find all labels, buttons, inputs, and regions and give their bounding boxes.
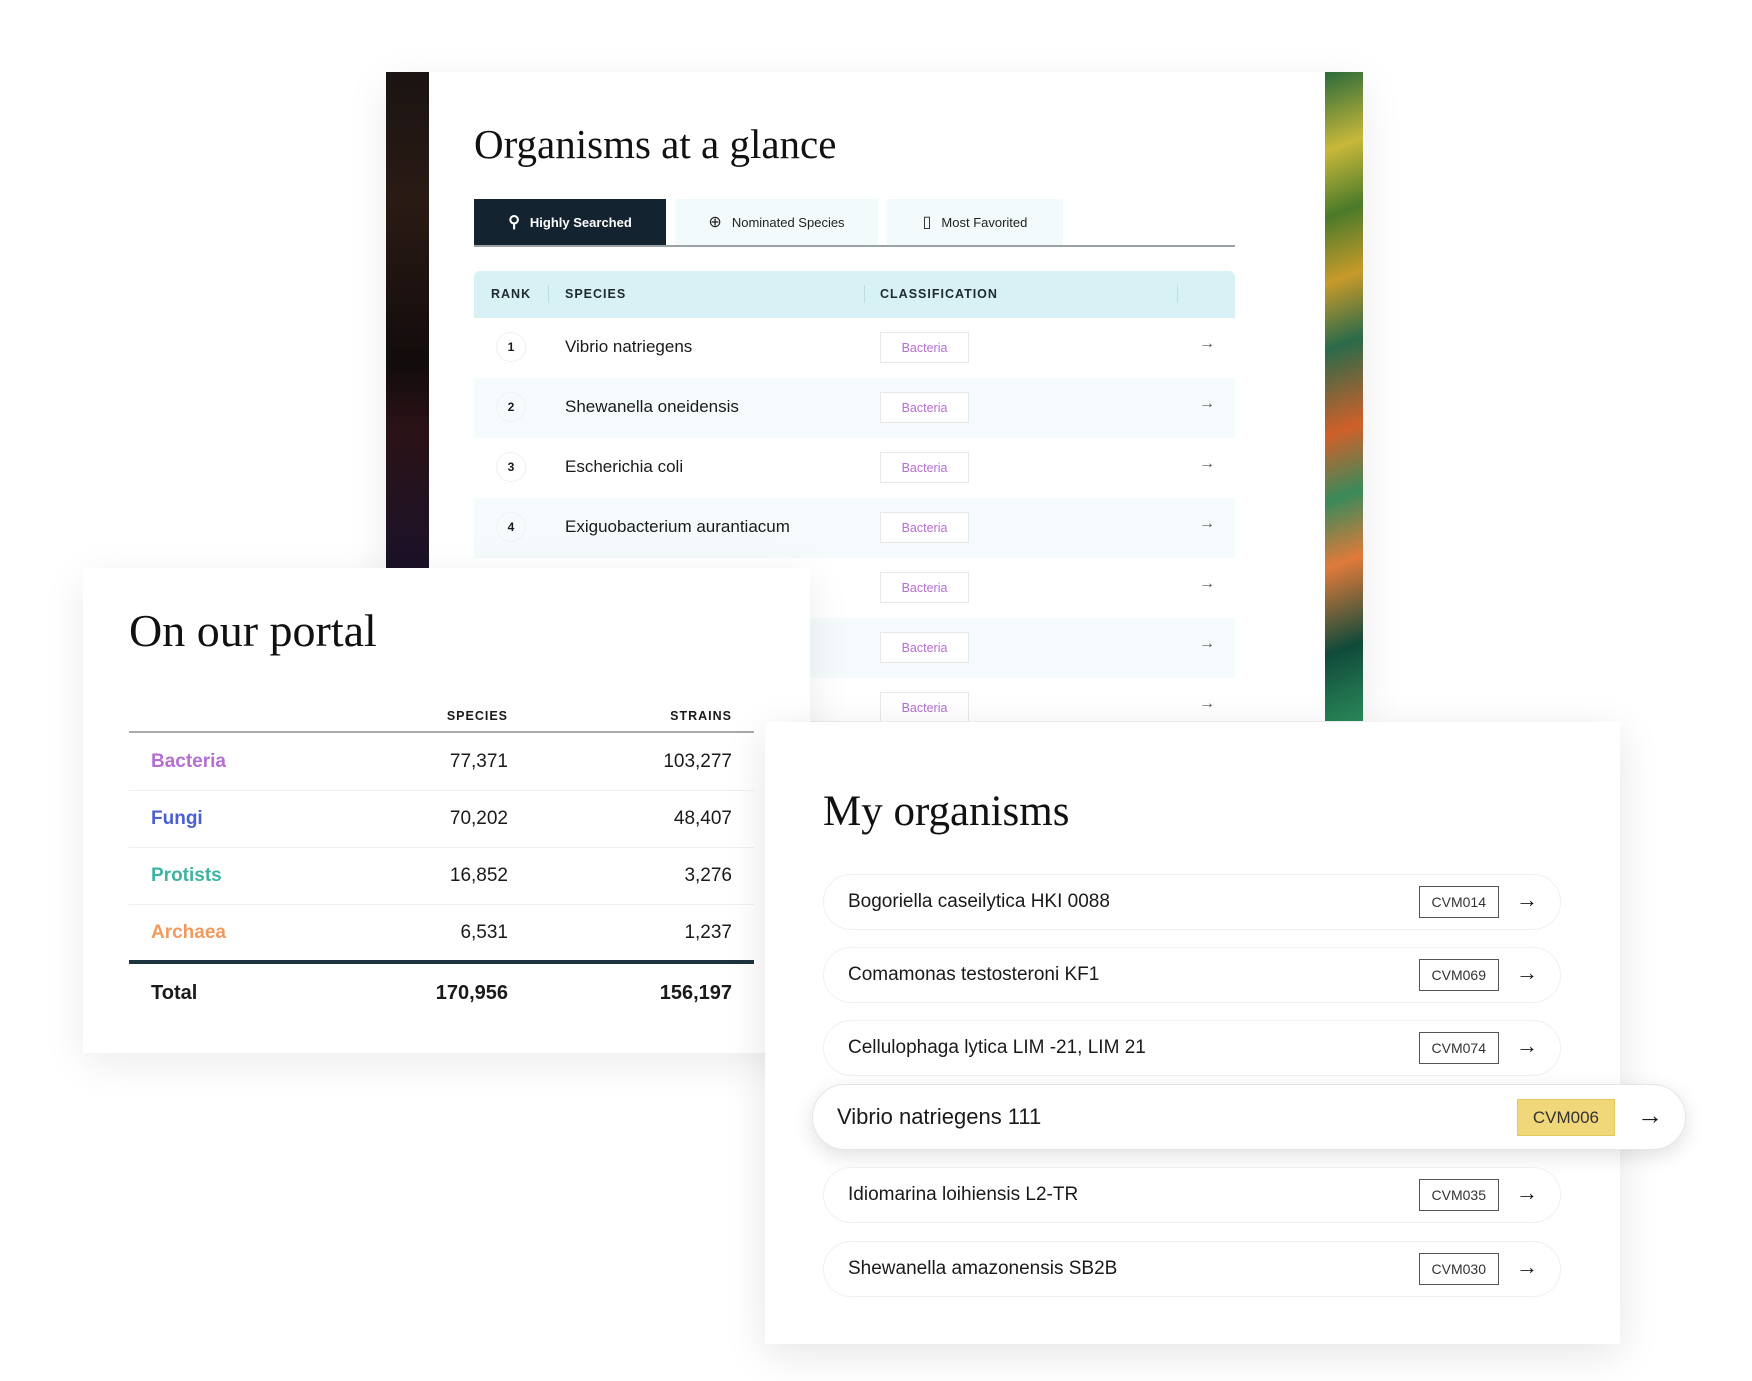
tab-nominated-species[interactable]: ⊕ Nominated Species <box>675 199 878 245</box>
category-label[interactable]: Bacteria <box>151 751 226 773</box>
table-row[interactable]: 2 Shewanella oneidensis Bacteria → <box>474 378 1235 438</box>
category-label[interactable]: Archaea <box>151 922 226 944</box>
total-strains: 156,197 <box>659 982 732 1004</box>
organism-name: Comamonas testosteroni KF1 <box>848 964 1100 985</box>
rank-badge: 4 <box>496 512 526 542</box>
strains-count: 103,277 <box>663 751 732 772</box>
tab-highly-searched[interactable]: ⚲ Highly Searched <box>474 199 666 245</box>
classification-badge: Bacteria <box>880 452 969 483</box>
col-classification[interactable]: CLASSIFICATION <box>880 287 998 301</box>
plus-circle-icon: ⊕ <box>708 214 722 231</box>
total-label: Total <box>151 982 198 1004</box>
classification-badge: Bacteria <box>880 392 969 423</box>
organism-code-badge: CVM035 <box>1418 1179 1499 1211</box>
species-name: Vibrio natriegens <box>565 337 693 356</box>
glance-title: Organisms at a glance <box>474 121 837 167</box>
organism-item[interactable]: Vibrio natriegens 111 CVM006 → <box>812 1084 1686 1150</box>
category-label[interactable]: Protists <box>151 865 222 887</box>
portal-row: Bacteria 77,371 103,277 <box>129 734 754 791</box>
strains-count: 3,276 <box>684 865 732 886</box>
species-count: 77,371 <box>449 751 508 772</box>
portal-table-header: SPECIES STRAINS <box>129 705 754 733</box>
organism-name: Vibrio natriegens 111 <box>837 1104 1042 1129</box>
organism-name: Bogoriella caseilytica HKI 0088 <box>848 891 1110 912</box>
decorative-image-right <box>1325 72 1363 721</box>
classification-badge: Bacteria <box>880 572 969 603</box>
species-name: Shewanella oneidensis <box>565 397 739 416</box>
arrow-right-icon[interactable]: → <box>1199 635 1215 653</box>
species-name: Exiguobacterium aurantiacum <box>565 517 790 536</box>
organism-name: Idiomarina loihiensis L2-TR <box>848 1184 1079 1205</box>
arrow-right-icon[interactable]: → <box>1199 395 1215 413</box>
classification-badge: Bacteria <box>880 692 969 721</box>
species-count: 6,531 <box>460 922 508 943</box>
organism-item[interactable]: Shewanella amazonensis SB2B CVM030 → <box>823 1241 1561 1297</box>
classification-badge: Bacteria <box>880 632 969 663</box>
arrow-right-icon[interactable]: → <box>1637 1100 1663 1131</box>
arrow-right-icon[interactable]: → <box>1199 575 1215 593</box>
tab-label: Most Favorited <box>941 214 1028 230</box>
organism-code-badge: CVM074 <box>1418 1032 1499 1064</box>
organism-code-badge: CVM069 <box>1418 959 1499 991</box>
my-organisms-title: My organisms <box>823 788 1070 835</box>
rank-badge: 1 <box>496 332 526 362</box>
arrow-right-icon[interactable]: → <box>1199 695 1215 713</box>
arrow-right-icon[interactable]: → <box>1516 1254 1538 1280</box>
table-row[interactable]: 3 Escherichia coli Bacteria → <box>474 438 1235 498</box>
bookmark-icon: ▯ <box>922 214 932 231</box>
organism-item[interactable]: Idiomarina loihiensis L2-TR CVM035 → <box>823 1167 1561 1223</box>
arrow-right-icon[interactable]: → <box>1199 455 1215 473</box>
arrow-right-icon[interactable]: → <box>1199 515 1215 533</box>
strains-count: 48,407 <box>673 808 732 829</box>
search-icon: ⚲ <box>508 214 520 231</box>
table-row[interactable]: 1 Vibrio natriegens Bacteria → <box>474 318 1235 378</box>
arrow-right-icon[interactable]: → <box>1516 960 1538 986</box>
classification-badge: Bacteria <box>880 512 969 543</box>
arrow-right-icon[interactable]: → <box>1516 1180 1538 1206</box>
col-rank[interactable]: RANK <box>491 287 531 301</box>
col-strains: STRAINS <box>670 709 732 723</box>
organism-code-badge: CVM030 <box>1418 1253 1499 1285</box>
organism-code-badge: CVM014 <box>1418 886 1499 918</box>
rank-badge: 3 <box>496 452 526 482</box>
col-species: SPECIES <box>446 709 508 723</box>
portal-row: Fungi 70,202 48,407 <box>129 791 754 848</box>
category-label[interactable]: Fungi <box>151 808 203 830</box>
tab-label: Highly Searched <box>529 214 632 230</box>
classification-badge: Bacteria <box>880 332 969 363</box>
arrow-right-icon[interactable]: → <box>1516 887 1538 913</box>
arrow-right-icon[interactable]: → <box>1516 1033 1538 1059</box>
rank-badge: 2 <box>496 392 526 422</box>
total-species: 170,956 <box>435 982 508 1004</box>
tab-label: Nominated Species <box>731 214 845 230</box>
organism-item[interactable]: Cellulophaga lytica LIM -21, LIM 21 CVM0… <box>823 1020 1561 1076</box>
arrow-right-icon[interactable]: → <box>1199 335 1215 353</box>
species-count: 70,202 <box>449 808 508 829</box>
portal-row: Archaea 6,531 1,237 <box>129 905 754 962</box>
tab-most-favorited[interactable]: ▯ Most Favorited <box>887 199 1063 245</box>
tab-bar: ⚲ Highly Searched ⊕ Nominated Species ▯ … <box>474 199 1235 247</box>
portal-title: On our portal <box>129 605 377 656</box>
strains-count: 1,237 <box>684 922 732 943</box>
organism-name: Cellulophaga lytica LIM -21, LIM 21 <box>848 1037 1146 1058</box>
table-header: RANK SPECIES CLASSIFICATION <box>474 271 1235 318</box>
organism-name: Shewanella amazonensis SB2B <box>848 1258 1118 1279</box>
species-count: 16,852 <box>449 865 508 886</box>
organism-code-badge: CVM006 <box>1516 1099 1615 1136</box>
species-name: Escherichia coli <box>565 457 684 476</box>
organism-item[interactable]: Bogoriella caseilytica HKI 0088 CVM014 → <box>823 874 1561 930</box>
organism-item[interactable]: Comamonas testosteroni KF1 CVM069 → <box>823 947 1561 1003</box>
table-row[interactable]: 4 Exiguobacterium aurantiacum Bacteria → <box>474 498 1235 558</box>
portal-total-row: Total 170,956 156,197 <box>129 960 754 1020</box>
on-our-portal-card: On our portal SPECIES STRAINS Bacteria 7… <box>83 568 810 1053</box>
col-species[interactable]: SPECIES <box>565 287 626 301</box>
portal-row: Protists 16,852 3,276 <box>129 848 754 905</box>
